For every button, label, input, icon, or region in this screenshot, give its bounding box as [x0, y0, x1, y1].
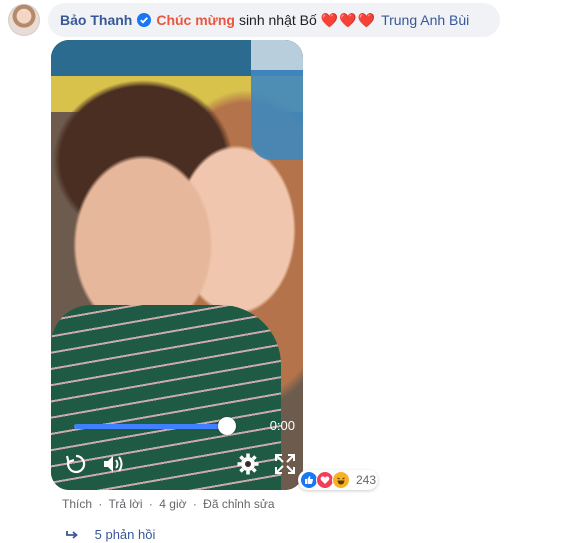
- separator: ·: [192, 497, 197, 511]
- video-background-person: [251, 40, 303, 160]
- replay-icon[interactable]: [64, 452, 88, 476]
- verified-badge-icon: [137, 13, 152, 27]
- comment-actions: Thích · Trả lời · 4 giờ · Đã chỉnh sửa: [62, 497, 278, 511]
- comment-bubble: Bảo Thanh Chúc mừng sinh nhật Bố ❤️❤️❤️ …: [48, 3, 500, 37]
- fullscreen-icon[interactable]: [273, 452, 297, 476]
- like-link[interactable]: Thích: [62, 497, 92, 511]
- replies-count-label: 5 phản hồi: [94, 527, 156, 542]
- haha-icon: [332, 471, 350, 489]
- reply-link[interactable]: Trả lời: [108, 497, 142, 511]
- video-time: 0:00: [269, 418, 295, 433]
- view-replies-link[interactable]: 5 phản hồi: [65, 527, 155, 543]
- tagged-user-link[interactable]: Trung Anh Bùi: [381, 12, 469, 28]
- edited-indicator[interactable]: Đã chỉnh sửa: [203, 497, 274, 511]
- separator: ·: [98, 497, 103, 511]
- heart-emoji-icon: ❤️❤️❤️: [320, 11, 377, 28]
- video-player[interactable]: 0:00: [51, 40, 303, 490]
- reactions-summary[interactable]: 243: [298, 470, 378, 490]
- comment-highlight-text: Chúc mừng: [156, 12, 235, 28]
- comment-author[interactable]: Bảo Thanh: [60, 12, 132, 28]
- video-progress-fill: [74, 424, 227, 429]
- video-scrubber-handle[interactable]: [217, 417, 236, 435]
- separator: ·: [148, 497, 153, 511]
- comment-text: sinh nhật Bố: [238, 12, 317, 28]
- reaction-count: 243: [356, 473, 377, 487]
- timestamp-link[interactable]: 4 giờ: [159, 497, 186, 511]
- commenter-avatar[interactable]: [8, 4, 40, 36]
- reply-arrow-icon: [65, 528, 79, 543]
- video-progress-bar[interactable]: [74, 417, 236, 435]
- settings-icon[interactable]: [236, 452, 260, 476]
- volume-icon[interactable]: [101, 452, 125, 476]
